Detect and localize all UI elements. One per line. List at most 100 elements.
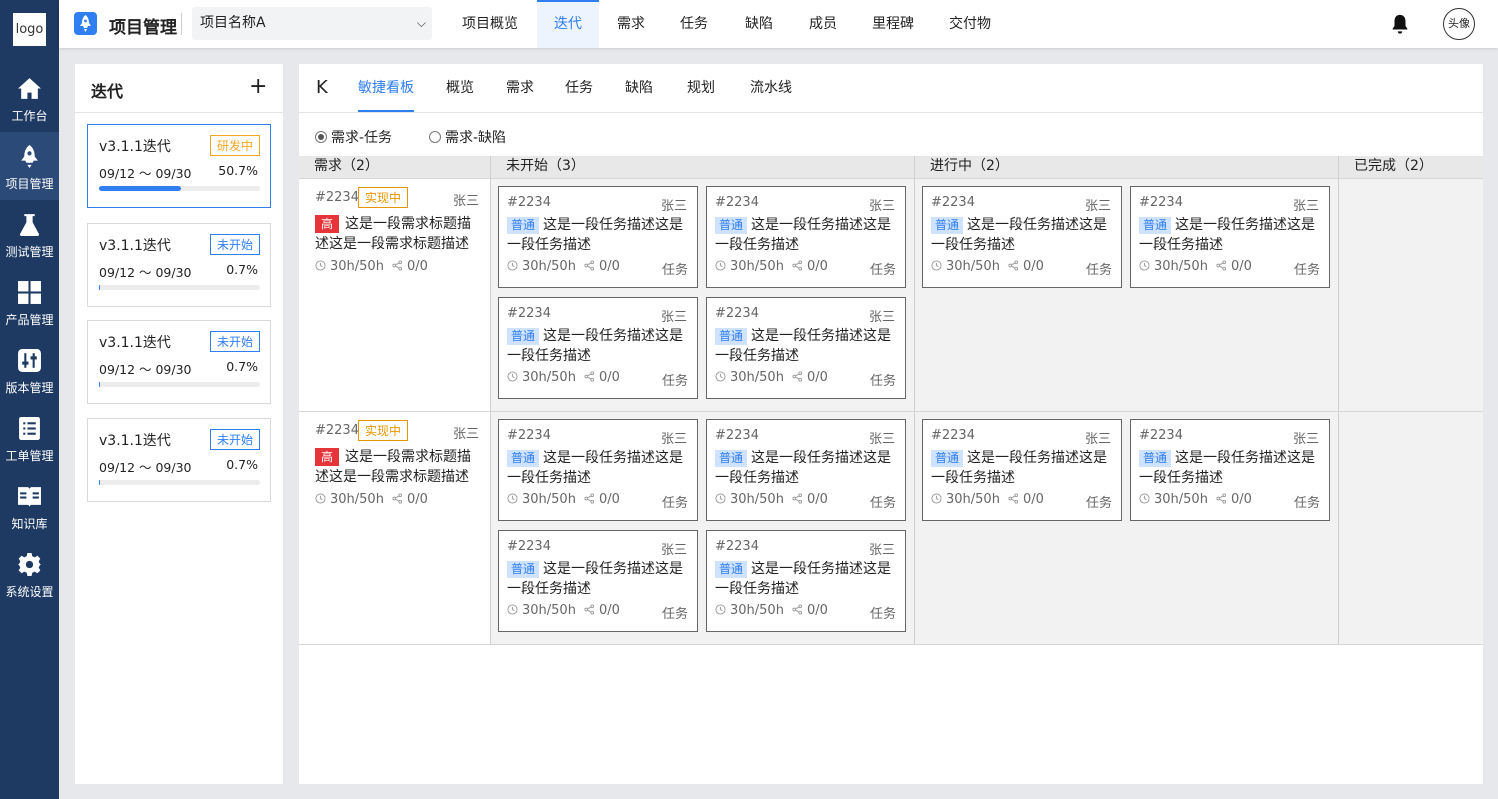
type-badge: 普通 <box>1139 217 1172 234</box>
requirement-item[interactable]: #2234 实现中 张三高这是一段需求标题描述这是一段需求标题描述 30h/50h 0/… <box>299 412 490 522</box>
hours-value: 30h/50h <box>730 259 784 274</box>
tab-pipeline[interactable]: 流水线 <box>750 64 792 112</box>
task-owner: 张三 <box>1292 432 1319 447</box>
requirement-links: 0/0 <box>392 492 428 507</box>
hours-value: 30h/50h <box>522 492 576 507</box>
type-badge: 普通 <box>715 561 748 578</box>
iteration-dates: 09/12 ～ 09/30 <box>99 362 192 377</box>
nav-item-workbench[interactable]: 工作台 <box>0 64 59 132</box>
tab-member[interactable]: 成员 <box>796 0 850 48</box>
task-links: 0/0 <box>1216 259 1252 274</box>
links-value: 0/0 <box>1022 492 1044 507</box>
share-icon <box>584 260 595 271</box>
iteration-name: v3.1.1迭代 <box>99 335 171 351</box>
project-select[interactable]: 项目名称A ⌵ <box>192 7 432 40</box>
task-card[interactable]: #2234 张三 普通 这是一段任务描述这是一段任务描述 30h/50h 0/0 任务 <box>498 297 698 399</box>
nav-item-ticket[interactable]: 工单管理 <box>0 404 59 472</box>
task-kind: 任务 <box>1293 263 1320 278</box>
nav-item-project[interactable]: 项目管理 <box>0 132 59 200</box>
task-kind: 任务 <box>1085 496 1112 511</box>
requirement-item[interactable]: #2234 实现中 张三高这是一段需求标题描述这是一段需求标题描述 30h/50h 0/… <box>299 179 490 289</box>
task-meta: 30h/50h 0/0 <box>715 259 836 274</box>
type-badge: 普通 <box>715 450 748 467</box>
task-hours: 30h/50h <box>715 492 784 507</box>
task-id: #2234 <box>715 306 759 321</box>
task-card[interactable]: #2234 张三 普通 这是一段任务描述这是一段任务描述 30h/50h 0/0 任务 <box>706 297 906 399</box>
tab-deliverable[interactable]: 交付物 <box>939 0 1001 48</box>
task-id: #2234 <box>931 195 975 210</box>
task-kind: 任务 <box>869 496 896 511</box>
task-links: 0/0 <box>792 370 828 385</box>
tab-task[interactable]: 任务 <box>565 64 593 112</box>
bell-icon[interactable] <box>1389 13 1411 35</box>
task-card[interactable]: #2234 张三 普通 这是一段任务描述这是一段任务描述 30h/50h 0/0 任务 <box>706 530 906 632</box>
rocket-icon <box>80 15 91 32</box>
project-select-value: 项目名称A <box>200 15 266 31</box>
tab-task[interactable]: 任务 <box>667 0 721 48</box>
tab-milestone[interactable]: 里程碑 <box>863 0 923 48</box>
task-id: #2234 <box>931 428 975 443</box>
progress-fill <box>99 285 101 290</box>
avatar[interactable]: 头像 <box>1443 8 1475 40</box>
tab-kanban[interactable]: 敏捷看板 <box>358 64 414 112</box>
iteration-card[interactable]: v3.1.1迭代 未开始 09/12 ～ 09/30 0.7% <box>87 223 271 307</box>
task-card[interactable]: #2234 张三 普通 这是一段任务描述这是一段任务描述 30h/50h 0/0 任务 <box>706 419 906 521</box>
task-description: 普通 这是一段任务描述这是一段任务描述 <box>1139 448 1324 488</box>
tab-iteration[interactable]: 迭代 <box>537 0 599 48</box>
task-card[interactable]: #2234 张三 普通 这是一段任务描述这是一段任务描述 30h/50h 0/0 任务 <box>1130 186 1330 288</box>
iteration-dates: 09/12 ～ 09/30 <box>99 166 192 181</box>
task-card[interactable]: #2234 张三 普通 这是一段任务描述这是一段任务描述 30h/50h 0/0 任务 <box>1130 419 1330 521</box>
tab-overview[interactable]: 概览 <box>446 64 474 112</box>
task-card[interactable]: #2234 张三 普通 这是一段任务描述这是一段任务描述 30h/50h 0/0 任务 <box>498 530 698 632</box>
task-meta: 30h/50h 0/0 <box>931 492 1052 507</box>
share-icon <box>392 493 403 504</box>
iteration-card[interactable]: v3.1.1迭代 未开始 09/12 ～ 09/30 0.7% <box>87 320 271 404</box>
tab-plan[interactable]: 规划 <box>687 64 715 112</box>
add-iteration-button[interactable]: + <box>249 74 267 99</box>
nav-item-product[interactable]: 产品管理 <box>0 268 59 336</box>
tab-defect[interactable]: 缺陷 <box>625 64 653 112</box>
tab-requirement[interactable]: 需求 <box>506 64 534 112</box>
nav-item-settings[interactable]: 系统设置 <box>0 540 59 608</box>
rocket-icon <box>21 145 38 168</box>
nav-item-version[interactable]: 版本管理 <box>0 336 59 404</box>
requirement-id: #2234 <box>315 190 359 205</box>
radio-req-defect[interactable]: 需求-缺陷 <box>429 127 506 147</box>
hours-value: 30h/50h <box>522 259 576 274</box>
hours-value: 30h/50h <box>330 259 384 274</box>
chevron-down-icon: ⌵ <box>416 16 426 30</box>
requirement-links: 0/0 <box>392 259 428 274</box>
nav-item-knowledge[interactable]: 知识库 <box>0 472 59 540</box>
collapse-button[interactable]: K <box>316 77 328 98</box>
task-meta: 30h/50h 0/0 <box>507 370 628 385</box>
share-icon <box>792 604 803 615</box>
nav-item-test[interactable]: 测试管理 <box>0 200 59 268</box>
task-card[interactable]: #2234 张三 普通 这是一段任务描述这是一段任务描述 30h/50h 0/0 任务 <box>498 419 698 521</box>
tab-overview[interactable]: 项目概览 <box>449 0 531 48</box>
task-meta: 30h/50h 0/0 <box>931 259 1052 274</box>
divider <box>75 112 283 113</box>
task-card[interactable]: #2234 张三 普通 这是一段任务描述这是一段任务描述 30h/50h 0/0 任务 <box>922 186 1122 288</box>
task-card[interactable]: #2234 张三 普通 这是一段任务描述这是一段任务描述 30h/50h 0/0 任务 <box>498 186 698 288</box>
divider <box>299 112 1483 113</box>
task-card[interactable]: #2234 张三 普通 这是一段任务描述这是一段任务描述 30h/50h 0/0 任务 <box>706 186 906 288</box>
task-hours: 30h/50h <box>1139 492 1208 507</box>
progress-fill <box>99 480 101 485</box>
task-owner: 张三 <box>868 543 895 558</box>
task-owner: 张三 <box>1292 199 1319 214</box>
task-card[interactable]: #2234 张三 普通 这是一段任务描述这是一段任务描述 30h/50h 0/0 任务 <box>922 419 1122 521</box>
task-id: #2234 <box>715 539 759 554</box>
clock-icon <box>507 371 518 382</box>
tab-requirement[interactable]: 需求 <box>604 0 658 48</box>
task-links: 0/0 <box>584 492 620 507</box>
iteration-percent: 50.7% <box>218 163 258 178</box>
iteration-name: v3.1.1迭代 <box>99 139 171 155</box>
iteration-card[interactable]: v3.1.1迭代 未开始 09/12 ～ 09/30 0.7% <box>87 418 271 502</box>
iteration-card[interactable]: v3.1.1迭代 研发中 09/12 ～ 09/30 50.7% <box>87 124 271 208</box>
type-badge: 普通 <box>1139 450 1172 467</box>
tab-defect[interactable]: 缺陷 <box>732 0 786 48</box>
task-links: 0/0 <box>1216 492 1252 507</box>
task-owner: 张三 <box>868 199 895 214</box>
panel-title: 迭代 <box>91 82 124 101</box>
radio-req-task[interactable]: 需求-任务 <box>315 127 392 147</box>
